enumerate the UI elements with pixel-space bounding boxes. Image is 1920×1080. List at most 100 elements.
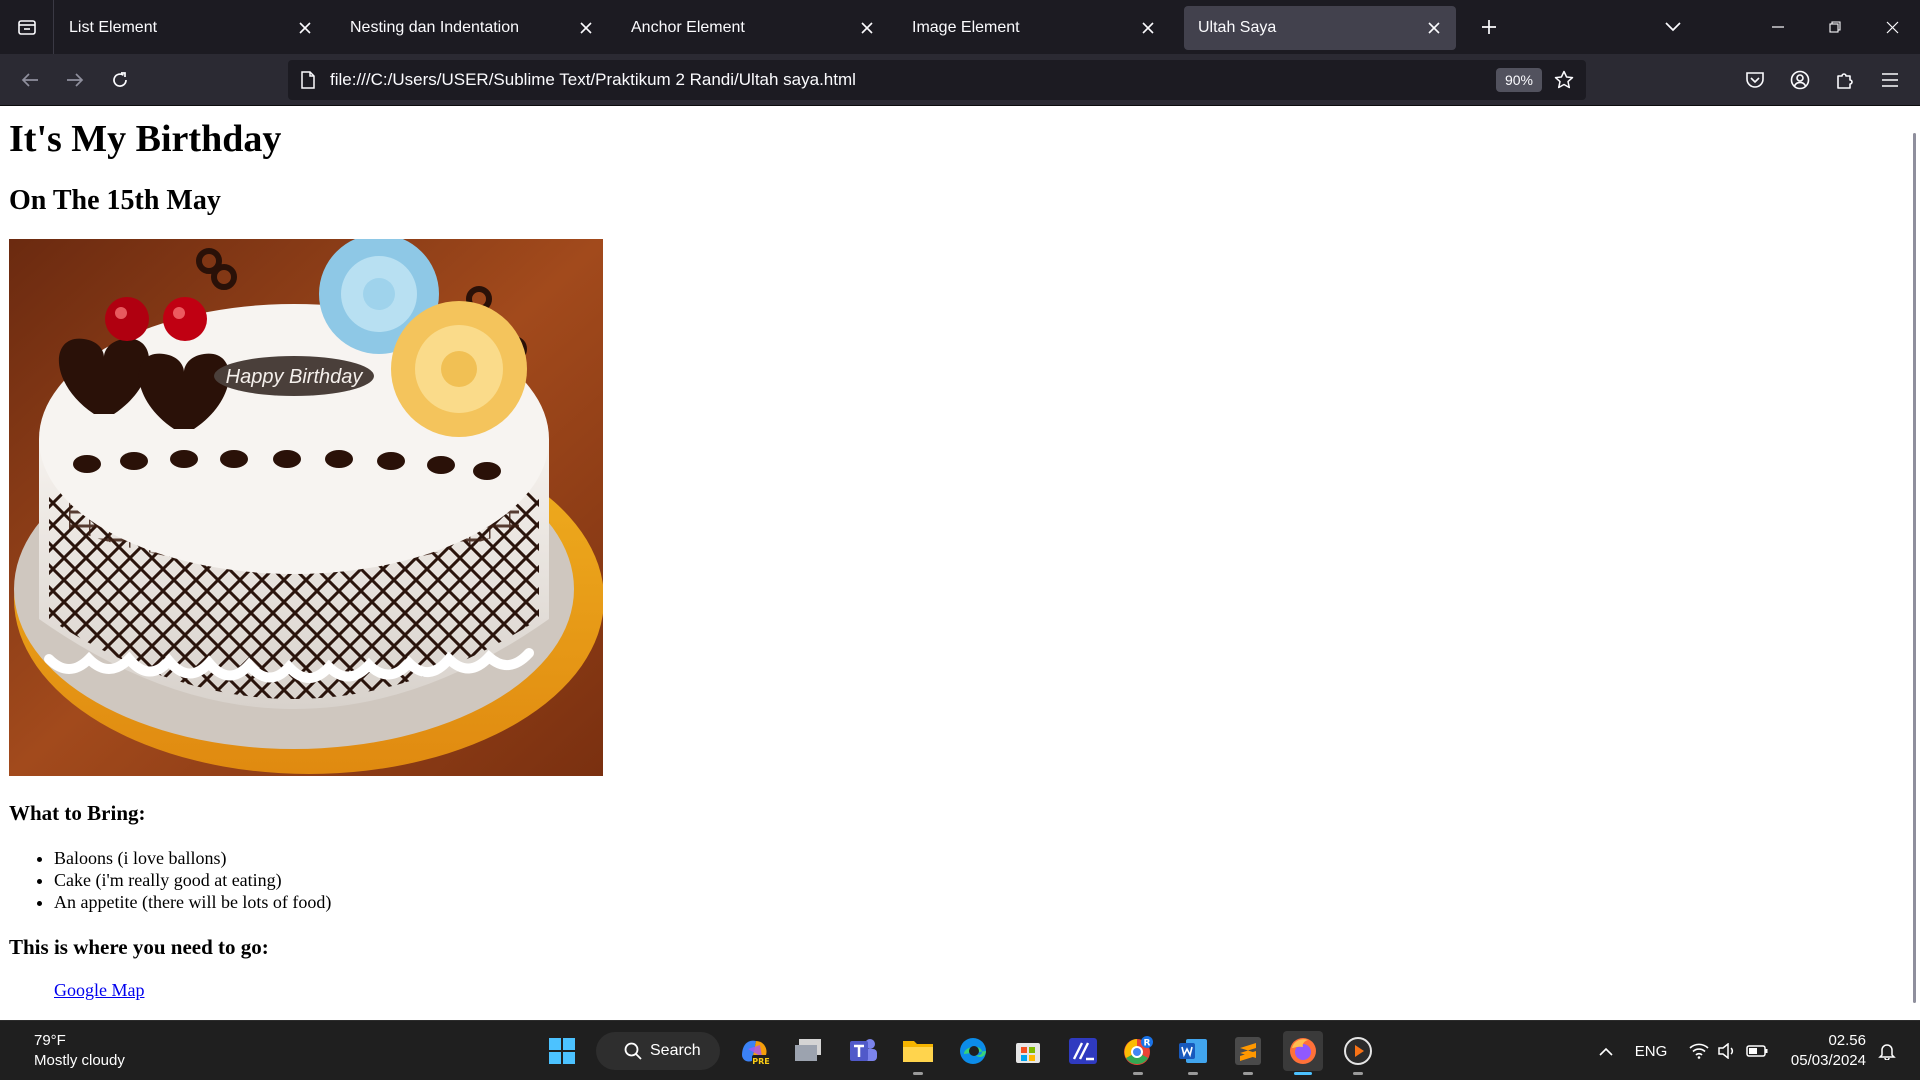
cake-plaque-text: Happy Birthday: [226, 366, 364, 388]
close-icon: [1428, 22, 1440, 34]
store-icon: [1016, 1043, 1040, 1063]
new-tab-button[interactable]: [1474, 12, 1504, 42]
volume-status[interactable]: [1712, 1021, 1742, 1080]
tab-label: List Element: [69, 19, 158, 36]
arrow-left-icon: [21, 73, 38, 87]
running-indicator: [1133, 1072, 1143, 1075]
chrome-icon: R: [1124, 1036, 1153, 1065]
menu-button[interactable]: [1874, 64, 1906, 96]
wifi-icon: [1689, 1043, 1709, 1059]
chrome-profile-badge: R: [1144, 1039, 1151, 1049]
input-language[interactable]: ENG: [1628, 1021, 1674, 1080]
tab-close-button[interactable]: [295, 18, 315, 38]
start-button[interactable]: [542, 1031, 582, 1071]
running-indicator: [1353, 1072, 1363, 1075]
taskbar-file-explorer[interactable]: [898, 1031, 938, 1075]
play-icon: [1344, 1037, 1372, 1065]
running-indicator: [1188, 1072, 1198, 1075]
tab-nesting-dan-indentation[interactable]: Nesting dan Indentation: [336, 6, 608, 50]
word-icon: [1179, 1039, 1207, 1063]
tab-list-button[interactable]: [0, 0, 54, 54]
copilot-badge: PRE: [752, 1057, 770, 1066]
minimize-icon: [1772, 26, 1784, 28]
teams-icon: [850, 1039, 877, 1061]
taskbar-chrome[interactable]: R: [1118, 1031, 1158, 1075]
taskbar-search[interactable]: Search: [596, 1032, 720, 1070]
task-view-icon: [795, 1039, 821, 1061]
tab-close-button[interactable]: [857, 18, 877, 38]
taskbar-word[interactable]: [1173, 1031, 1213, 1075]
reload-icon: [113, 72, 127, 87]
taskbar-teams[interactable]: [843, 1031, 883, 1071]
restore-button[interactable]: [1807, 0, 1863, 54]
tab-image-element[interactable]: Image Element: [898, 6, 1170, 50]
bell-icon: [1878, 1044, 1896, 1060]
wifi-status[interactable]: [1684, 1021, 1714, 1080]
tab-close-button[interactable]: [1424, 18, 1444, 38]
taskbar-media-player[interactable]: [1338, 1031, 1378, 1075]
battery-status[interactable]: [1742, 1021, 1772, 1080]
tab-anchor-element[interactable]: Anchor Element: [617, 6, 889, 50]
tab-list-icon: [17, 20, 36, 35]
scrollbar[interactable]: [1913, 133, 1916, 1003]
list-item: Cake (i'm really good at eating): [54, 869, 331, 891]
document-icon: [301, 71, 315, 89]
list-all-tabs-button[interactable]: [1658, 12, 1688, 42]
battery-icon: [1746, 1045, 1768, 1057]
bring-list: Baloons (i love ballons) Cake (i'm reall…: [54, 847, 331, 913]
search-icon: [624, 1042, 642, 1060]
taskbar-task-view[interactable]: [788, 1031, 828, 1071]
navigation-toolbar: file:///C:/Users/USER/Sublime Text/Prakt…: [0, 54, 1920, 106]
page-icon[interactable]: [298, 70, 318, 90]
tab-ultah-saya[interactable]: Ultah Saya: [1184, 6, 1456, 50]
star-icon: [1554, 70, 1574, 89]
tab-close-button[interactable]: [1138, 18, 1158, 38]
taskbar-sublime-text[interactable]: [1228, 1031, 1268, 1075]
tab-list-element[interactable]: List Element: [55, 6, 327, 50]
clock-time: 02.56: [1828, 1032, 1866, 1049]
clock-date: 05/03/2024: [1790, 1052, 1866, 1069]
tab-close-button[interactable]: [576, 18, 596, 38]
bookmark-button[interactable]: [1552, 68, 1576, 92]
close-window-button[interactable]: [1864, 0, 1920, 54]
sublime-text-icon: [1235, 1037, 1261, 1065]
show-hidden-icons-button[interactable]: [1590, 1021, 1622, 1080]
copilot-icon: PRE: [742, 1040, 770, 1066]
weather-widget[interactable]: 79°F Mostly cloudy: [34, 1031, 125, 1071]
account-icon: [1790, 70, 1810, 90]
plus-icon: [1482, 20, 1496, 34]
close-icon: [861, 22, 873, 34]
firefox-icon: [1290, 1038, 1316, 1064]
chevron-down-icon: [1665, 22, 1681, 32]
running-indicator: [1243, 1072, 1253, 1075]
reload-button[interactable]: [104, 64, 136, 96]
pocket-button[interactable]: [1739, 64, 1771, 96]
birthday-cake-image: Happy Birthday: [9, 239, 603, 776]
close-icon: [299, 22, 311, 34]
minimize-button[interactable]: [1750, 0, 1806, 54]
taskbar-edge[interactable]: [953, 1031, 993, 1071]
url-text[interactable]: file:///C:/Users/USER/Sublime Text/Prakt…: [330, 60, 856, 100]
edge-icon: [960, 1038, 986, 1064]
system-clock[interactable]: 02.56 05/03/2024: [1786, 1031, 1866, 1071]
bring-heading: What to Bring:: [9, 801, 146, 825]
directions-heading: This is where you need to go:: [9, 935, 269, 959]
restore-icon: [1829, 21, 1841, 33]
notification-center-button[interactable]: [1872, 1021, 1902, 1080]
hamburger-menu-icon: [1882, 73, 1898, 87]
chevron-up-icon: [1599, 1047, 1613, 1056]
account-button[interactable]: [1784, 64, 1816, 96]
forward-button[interactable]: [59, 64, 91, 96]
back-button[interactable]: [14, 64, 46, 96]
extensions-button[interactable]: [1829, 64, 1861, 96]
taskbar-copilot[interactable]: PRE: [734, 1031, 774, 1071]
tab-label: Ultah Saya: [1198, 19, 1277, 36]
arrow-right-icon: [67, 73, 84, 87]
close-icon: [580, 22, 592, 34]
zoom-level-badge[interactable]: 90%: [1496, 68, 1542, 92]
taskbar-microsoft-store[interactable]: [1008, 1031, 1048, 1071]
taskbar-vscode-like-app[interactable]: [1063, 1031, 1103, 1071]
google-map-link[interactable]: Google Map: [54, 980, 144, 1001]
address-bar[interactable]: file:///C:/Users/USER/Sublime Text/Prakt…: [288, 60, 1586, 100]
taskbar-firefox[interactable]: [1283, 1031, 1323, 1075]
